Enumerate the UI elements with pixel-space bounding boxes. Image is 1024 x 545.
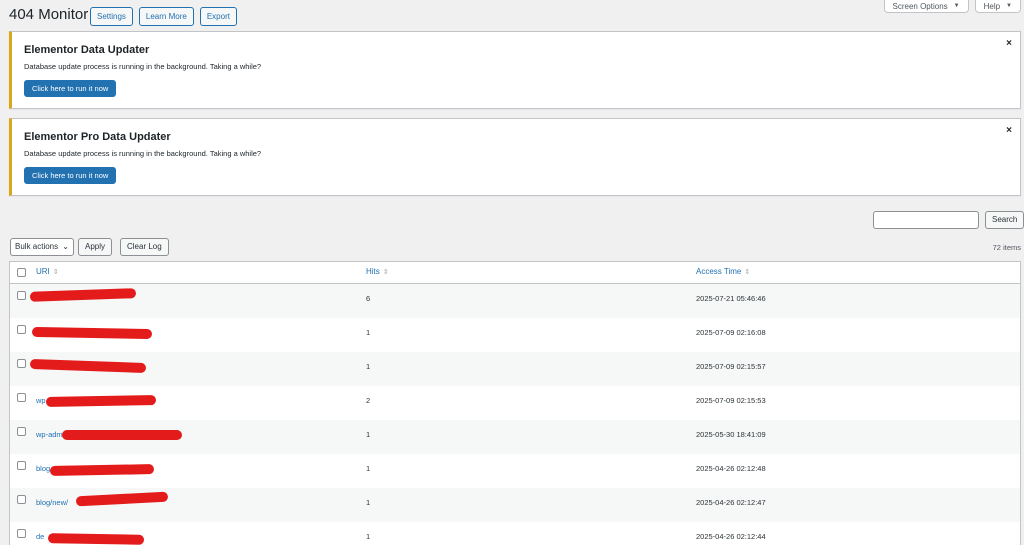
row-checkbox[interactable]: [17, 495, 26, 504]
access-time-value: 2025-07-09 02:15:53: [696, 396, 766, 405]
table-row: 6 2025-07-21 05:46:46: [10, 284, 1020, 318]
hits-value: 2: [366, 396, 371, 405]
row-checkbox[interactable]: [17, 427, 26, 436]
clear-log-button[interactable]: Clear Log: [120, 238, 169, 256]
uri-link[interactable]: blog: [36, 464, 50, 473]
items-count: 72 items: [992, 243, 1021, 252]
row-checkbox[interactable]: [17, 291, 26, 300]
table-row: blog/new/ 1 2025-04-26 02:12:47: [10, 488, 1020, 522]
help-label: Help: [983, 1, 1001, 11]
row-checkbox[interactable]: [17, 359, 26, 368]
notice-title: Elementor Pro Data Updater: [24, 131, 171, 143]
table-row: blog 1 2025-04-26 02:12:48: [10, 454, 1020, 488]
bulk-actions-label: Bulk actions: [15, 242, 59, 251]
redaction-mark: [29, 288, 137, 302]
uri-link[interactable]: wp-adm: [36, 430, 63, 439]
screen-meta-tabs: Screen Options ▼ Help ▼: [883, 0, 1021, 13]
column-label: URI: [36, 267, 50, 276]
redaction-mark: [31, 326, 153, 340]
access-time-value: 2025-05-30 18:41:09: [696, 430, 766, 439]
uri-link[interactable]: wp: [36, 396, 46, 405]
bulk-actions-select[interactable]: Bulk actions ⌄: [10, 238, 74, 256]
hits-value: 1: [366, 328, 371, 337]
chevron-down-icon: ⌄: [62, 242, 69, 251]
access-time-value: 2025-04-26 02:12:44: [696, 532, 766, 541]
access-time-value: 2025-04-26 02:12:47: [696, 498, 766, 507]
row-checkbox[interactable]: [17, 393, 26, 402]
sort-arrows-icon: ⇕: [52, 268, 59, 276]
run-updater-button[interactable]: Click here to run it now: [24, 167, 117, 184]
redaction-mark: [49, 464, 155, 476]
column-label: Hits: [366, 267, 380, 276]
hits-value: 1: [366, 498, 371, 507]
learn-more-button[interactable]: Learn More: [138, 7, 194, 26]
redaction-mark: [47, 533, 145, 545]
run-updater-button[interactable]: Click here to run it now: [24, 80, 117, 97]
access-time-value: 2025-07-09 02:16:08: [696, 328, 766, 337]
row-checkbox[interactable]: [17, 325, 26, 334]
redaction-mark: [75, 491, 169, 507]
notice-title: Elementor Data Updater: [24, 44, 150, 56]
apply-button[interactable]: Apply: [78, 238, 113, 256]
table-row: 1 2025-07-09 02:16:08: [10, 318, 1020, 352]
column-hits[interactable]: Hits ⇕: [366, 267, 389, 276]
select-all-checkbox[interactable]: [17, 268, 26, 277]
row-checkbox[interactable]: [17, 529, 26, 538]
hits-value: 1: [366, 430, 371, 439]
elementor-notice: Elementor Data Updater Database update p…: [9, 31, 1021, 109]
chevron-down-icon: ▼: [1006, 2, 1012, 9]
table-row: 1 2025-07-09 02:15:57: [10, 352, 1020, 386]
redaction-mark: [45, 395, 157, 407]
column-access-time[interactable]: Access Time ⇕: [696, 267, 750, 276]
page-title: 404 Monitor: [9, 6, 89, 23]
elementor-pro-notice: Elementor Pro Data Updater Database upda…: [9, 118, 1021, 196]
table-header: URI ⇕ Hits ⇕ Access Time ⇕: [10, 262, 1020, 284]
uri-link[interactable]: de: [36, 532, 44, 541]
redaction-mark: [62, 430, 182, 440]
close-icon[interactable]: ×: [1006, 125, 1012, 136]
notice-message: Database update process is running in th…: [24, 149, 262, 158]
screen-options-tab[interactable]: Screen Options ▼: [883, 0, 969, 13]
hits-value: 6: [366, 294, 371, 303]
search-input[interactable]: [873, 211, 979, 229]
log-table: URI ⇕ Hits ⇕ Access Time ⇕ 6 2025-07-21 …: [9, 261, 1021, 545]
notice-message: Database update process is running in th…: [24, 62, 262, 71]
header-actions: Settings Learn More Export: [90, 7, 237, 26]
table-row: de 1 2025-04-26 02:12:44: [10, 522, 1020, 545]
search-button[interactable]: Search: [985, 211, 1024, 229]
screen-options-label: Screen Options: [892, 1, 948, 11]
redaction-mark: [29, 358, 147, 374]
uri-link[interactable]: blog/new/: [36, 498, 68, 507]
sort-arrows-icon: ⇕: [382, 268, 389, 276]
access-time-value: 2025-07-09 02:15:57: [696, 362, 766, 371]
export-button[interactable]: Export: [199, 7, 237, 26]
chevron-down-icon: ▼: [953, 2, 960, 9]
hits-value: 1: [366, 532, 371, 541]
hits-value: 1: [366, 362, 371, 371]
close-icon[interactable]: ×: [1006, 38, 1012, 49]
hits-value: 1: [366, 464, 371, 473]
table-row: wp-adm 1 2025-05-30 18:41:09: [10, 420, 1020, 454]
column-label: Access Time: [696, 267, 742, 276]
help-tab[interactable]: Help ▼: [974, 0, 1021, 13]
table-row: wp 2 2025-07-09 02:15:53: [10, 386, 1020, 420]
sort-arrows-icon: ⇕: [744, 268, 751, 276]
row-checkbox[interactable]: [17, 461, 26, 470]
settings-button[interactable]: Settings: [90, 7, 133, 26]
access-time-value: 2025-07-21 05:46:46: [696, 294, 766, 303]
access-time-value: 2025-04-26 02:12:48: [696, 464, 766, 473]
column-uri[interactable]: URI ⇕: [36, 267, 59, 276]
